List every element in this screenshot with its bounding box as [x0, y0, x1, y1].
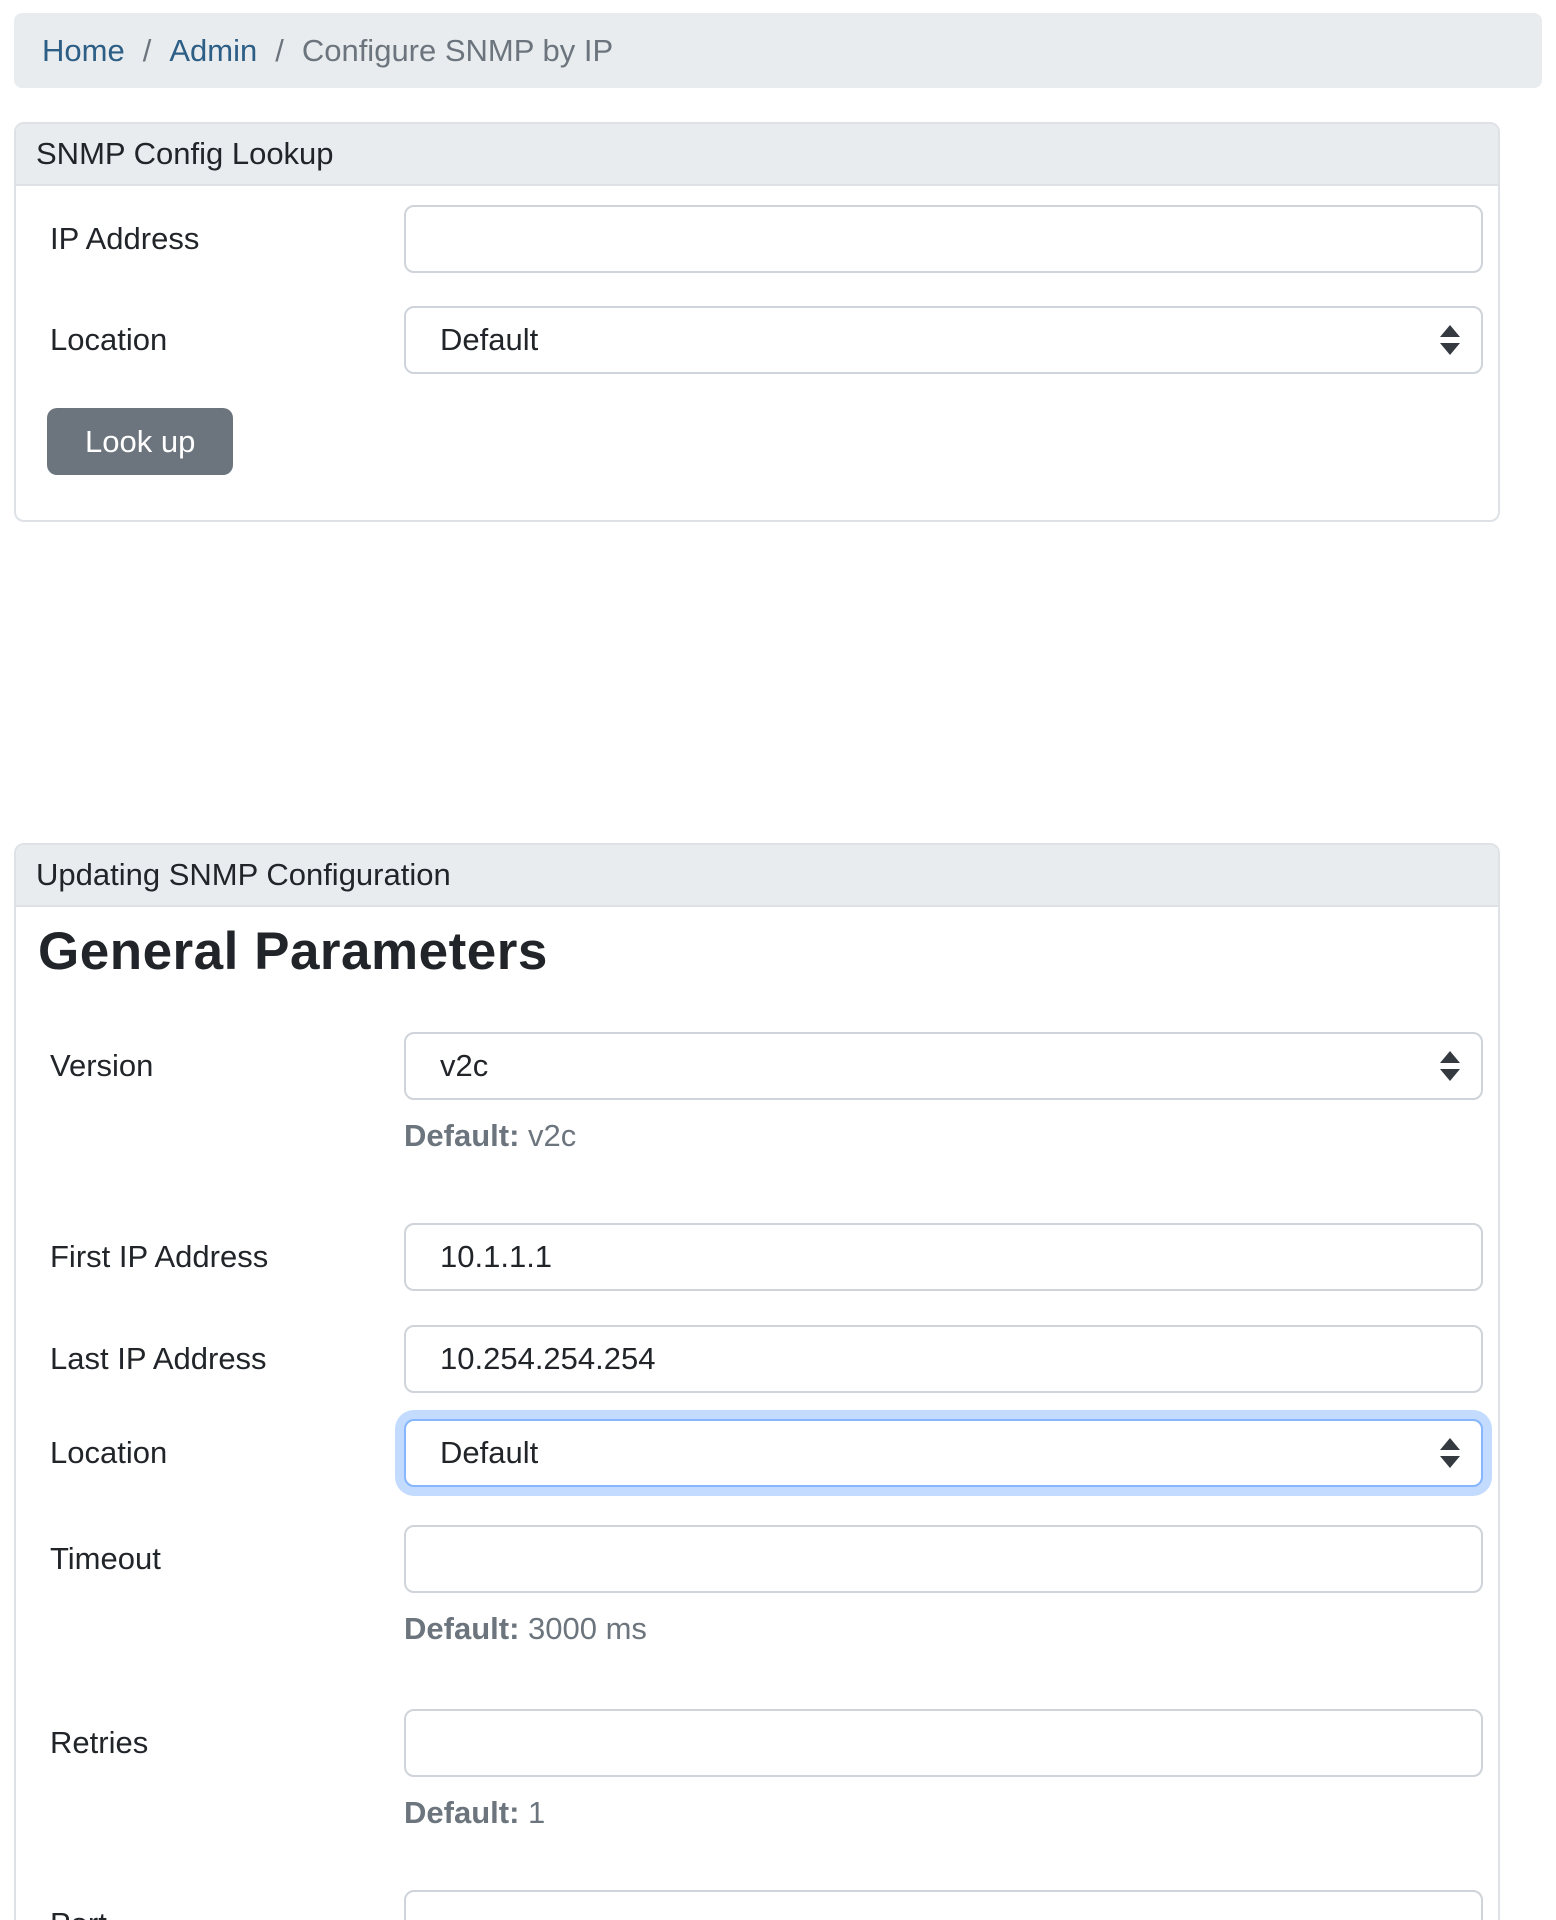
retries-label: Retries — [36, 1709, 404, 1761]
breadcrumb-separator: / — [275, 33, 284, 69]
general-parameters-heading: General Parameters — [38, 923, 1483, 981]
default-hint-label: Default: — [404, 1611, 519, 1646]
form-row-version: Version v2c Default: v2c — [36, 1032, 1483, 1158]
port-input[interactable] — [404, 1890, 1483, 1920]
breadcrumb-separator: / — [143, 33, 152, 69]
lookup-location-label: Location — [36, 306, 404, 358]
lookup-location-select[interactable]: Default — [404, 306, 1483, 374]
snmp-update-card-header: Updating SNMP Configuration — [16, 845, 1498, 907]
update-location-label: Location — [36, 1419, 404, 1471]
first-ip-label: First IP Address — [36, 1223, 404, 1275]
form-row-port: Port — [36, 1890, 1483, 1920]
look-up-button[interactable]: Look up — [47, 408, 233, 475]
default-hint-value: v2c — [528, 1118, 576, 1153]
ip-address-label: IP Address — [36, 205, 404, 257]
lookup-location-selected-value: Default — [440, 322, 538, 358]
snmp-lookup-card: SNMP Config Lookup IP Address Location D… — [14, 122, 1500, 522]
snmp-update-card-title: Updating SNMP Configuration — [36, 857, 451, 893]
timeout-label: Timeout — [36, 1525, 404, 1577]
retries-default-hint: Default: 1 — [404, 1791, 1483, 1835]
snmp-update-card-body: General Parameters Version v2c Default: … — [16, 907, 1498, 1920]
ip-address-input[interactable] — [404, 205, 1483, 273]
default-hint-label: Default: — [404, 1118, 519, 1153]
breadcrumb-link-admin[interactable]: Admin — [169, 33, 257, 69]
port-label: Port — [36, 1890, 404, 1920]
version-select[interactable]: v2c — [404, 1032, 1483, 1100]
form-row-first-ip: First IP Address — [36, 1223, 1483, 1291]
form-row-ip-address: IP Address — [36, 205, 1483, 273]
timeout-default-hint: Default: 3000 ms — [404, 1607, 1483, 1651]
form-row-update-location: Location Default — [36, 1419, 1483, 1487]
last-ip-label: Last IP Address — [36, 1325, 404, 1377]
default-hint-value: 3000 ms — [528, 1611, 647, 1646]
form-row-retries: Retries Default: 1 — [36, 1709, 1483, 1835]
update-location-selected-value: Default — [440, 1435, 538, 1471]
snmp-lookup-card-header: SNMP Config Lookup — [16, 124, 1498, 186]
snmp-lookup-card-title: SNMP Config Lookup — [36, 136, 334, 172]
snmp-update-card: Updating SNMP Configuration General Para… — [14, 843, 1500, 1920]
form-row-last-ip: Last IP Address — [36, 1325, 1483, 1393]
default-hint-label: Default: — [404, 1795, 519, 1830]
version-default-hint: Default: v2c — [404, 1114, 1483, 1158]
first-ip-input[interactable] — [404, 1223, 1483, 1291]
form-row-lookup-location: Location Default — [36, 306, 1483, 374]
version-label: Version — [36, 1032, 404, 1084]
form-row-timeout: Timeout Default: 3000 ms — [36, 1525, 1483, 1651]
breadcrumb-link-home[interactable]: Home — [42, 33, 125, 69]
version-selected-value: v2c — [440, 1048, 488, 1084]
page: Home / Admin / Configure SNMP by IP SNMP… — [0, 0, 1556, 1920]
breadcrumb: Home / Admin / Configure SNMP by IP — [14, 13, 1542, 88]
snmp-lookup-card-body: IP Address Location Default Look up — [16, 186, 1498, 520]
retries-input[interactable] — [404, 1709, 1483, 1777]
timeout-input[interactable] — [404, 1525, 1483, 1593]
breadcrumb-current: Configure SNMP by IP — [302, 33, 613, 69]
default-hint-value: 1 — [528, 1795, 545, 1830]
update-location-select[interactable]: Default — [404, 1419, 1483, 1487]
last-ip-input[interactable] — [404, 1325, 1483, 1393]
